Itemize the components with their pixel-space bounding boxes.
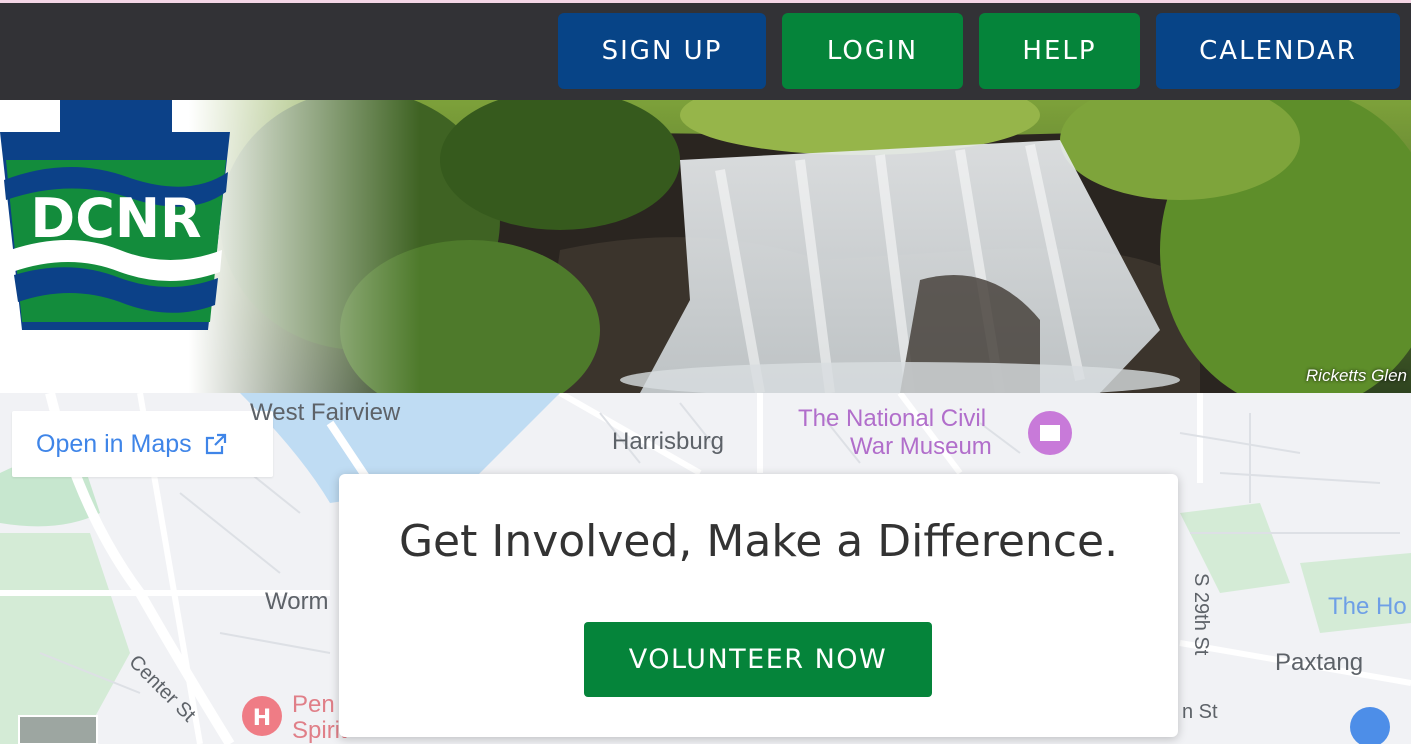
satellite-view-toggle[interactable] [18,715,98,744]
hero-card: Get Involved, Make a Difference. VOLUNTE… [339,474,1178,737]
map-label-pen: Pen [292,691,335,718]
volunteer-now-button[interactable]: VOLUNTEER NOW [584,622,932,697]
open-in-maps-button[interactable]: Open in Maps [12,411,273,477]
map-label-museum-line2: War Museum [850,433,992,460]
top-navigation-bar: SIGN UP LOGIN HELP CALENDAR [0,0,1411,100]
external-link-icon [205,433,226,455]
map-label-n-st: n St [1182,701,1218,723]
help-button[interactable]: HELP [979,13,1140,89]
open-in-maps-label[interactable]: Open in Maps [36,430,192,459]
header-banner: DCNR Ricketts Glen [0,100,1411,393]
map-label-harrisburg: Harrisburg [612,428,725,455]
map-label-paxtang: Paxtang [1275,649,1364,676]
dcnr-logo-icon[interactable]: DCNR [0,100,232,330]
calendar-button[interactable]: CALENDAR [1156,13,1400,89]
map-label-west-fairview: West Fairview [250,399,401,426]
map-label-museum-line1: The National Civil [798,405,987,432]
sign-up-button[interactable]: SIGN UP [558,13,766,89]
hero-title: Get Involved, Make a Difference. [398,516,1119,567]
login-button[interactable]: LOGIN [782,13,963,89]
svg-text:DCNR: DCNR [30,187,201,250]
map-label-s-29th-st: S 29th St [1190,573,1212,656]
photo-caption: Ricketts Glen [1305,366,1407,385]
map-label-the-ho: The Ho [1328,593,1407,620]
map-label-worm: Worm [265,588,329,615]
svg-text:H: H [253,706,271,731]
